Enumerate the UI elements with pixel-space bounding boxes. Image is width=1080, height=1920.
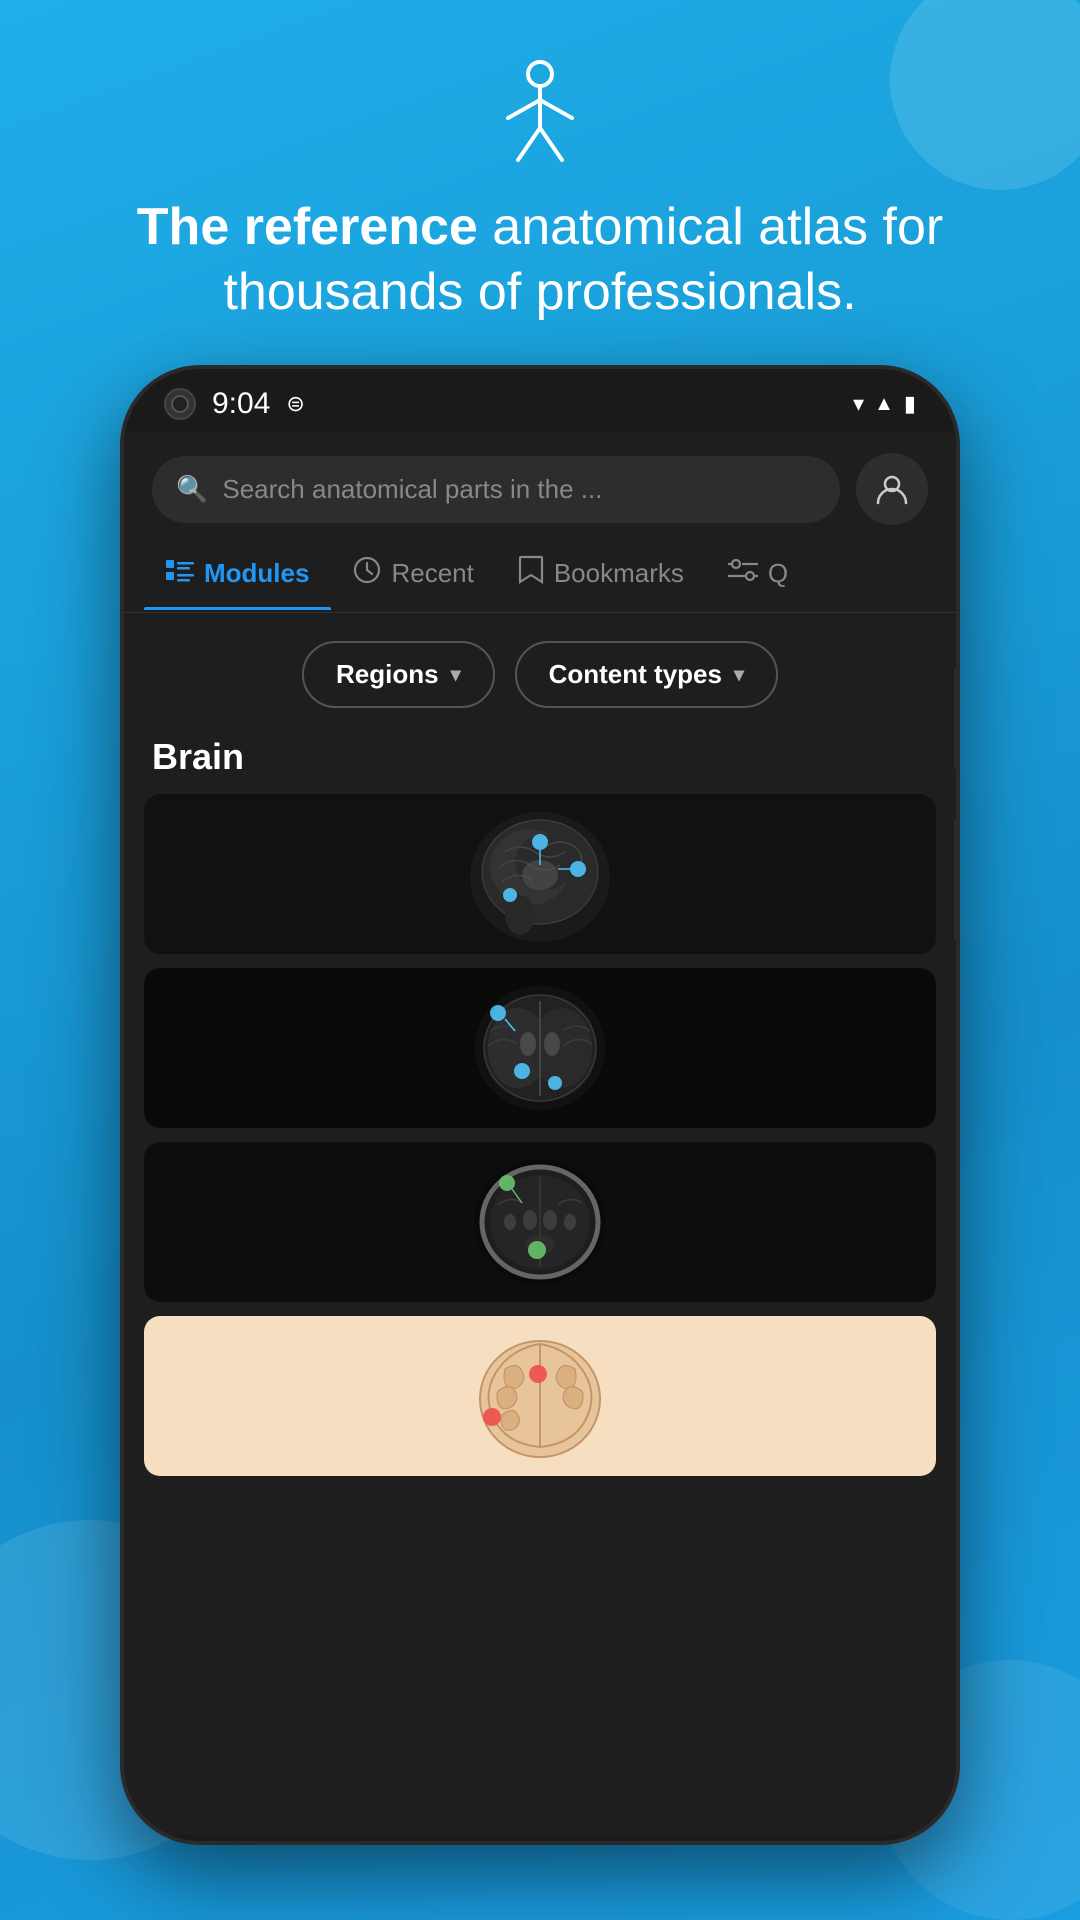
- profile-button[interactable]: [856, 453, 928, 525]
- status-right: ▾ ▲ ▮: [853, 391, 916, 417]
- modules-icon: [166, 558, 194, 589]
- thumbnail-ct-brain: [144, 1142, 936, 1302]
- content-types-filter-button[interactable]: Content types ▾: [515, 641, 778, 708]
- list-item[interactable]: CT brain CT: [144, 1142, 936, 1302]
- tab-modules[interactable]: Modules: [144, 538, 331, 609]
- regions-arrow-icon: ▾: [451, 662, 461, 687]
- regions-label: Regions: [336, 659, 439, 690]
- thumbnail-brain-illustration: [144, 1316, 936, 1476]
- list-item[interactable]: MRI brain MRI: [144, 794, 936, 954]
- tabs-section: Modules Recent: [124, 535, 956, 613]
- status-sim-icon: ⊜: [286, 391, 304, 417]
- list-item[interactable]: MRI axial brain MRI: [144, 968, 936, 1128]
- status-left: 9:04 ⊜: [164, 387, 305, 421]
- search-placeholder: Search anatomical parts in the ...: [222, 474, 602, 505]
- phone-wrapper: 9:04 ⊜ ▾ ▲ ▮ 🔍 Search anatomical parts i…: [0, 365, 1080, 1845]
- header-title: The reference anatomical atlas for thous…: [0, 195, 1080, 325]
- signal-icon: ▲: [874, 393, 894, 416]
- search-icon: 🔍: [176, 474, 208, 505]
- tab-recent-label: Recent: [391, 558, 473, 589]
- regions-filter-button[interactable]: Regions ▾: [302, 641, 495, 708]
- side-button-1: [954, 669, 960, 769]
- thumbnail-mri-brain: [144, 794, 936, 954]
- tab-recent[interactable]: Recent: [331, 536, 495, 611]
- filter-icon: [728, 556, 758, 591]
- wifi-icon: ▾: [853, 391, 864, 417]
- tab-bookmarks-label: Bookmarks: [554, 558, 684, 589]
- tab-search-filter[interactable]: Q: [706, 536, 810, 611]
- tab-modules-label: Modules: [204, 558, 309, 589]
- recent-icon: [353, 556, 381, 591]
- status-time: 9:04: [212, 387, 270, 421]
- person-icon: [490, 60, 590, 175]
- battery-icon: ▮: [904, 391, 916, 417]
- status-bar: 9:04 ⊜ ▾ ▲ ▮: [124, 369, 956, 433]
- content-types-label: Content types: [549, 659, 722, 690]
- content-types-arrow-icon: ▾: [734, 662, 744, 687]
- phone-content: 🔍 Search anatomical parts in the ...: [124, 433, 956, 1835]
- section-title: Brain: [124, 736, 956, 794]
- phone-frame: 9:04 ⊜ ▾ ▲ ▮ 🔍 Search anatomical parts i…: [120, 365, 960, 1845]
- status-camera: [164, 388, 196, 420]
- tab-q-label: Q: [768, 558, 788, 589]
- content-list: MRI brain MRI: [124, 794, 956, 1476]
- thumbnail-mri-axial-brain: [144, 968, 936, 1128]
- search-bar[interactable]: 🔍 Search anatomical parts in the ...: [152, 456, 840, 523]
- header-section: The reference anatomical atlas for thous…: [0, 0, 1080, 325]
- bookmark-icon: [518, 555, 544, 592]
- list-item[interactable]: Brain Illustrations: [144, 1316, 936, 1476]
- search-section: 🔍 Search anatomical parts in the ...: [124, 433, 956, 525]
- side-button-2: [954, 819, 960, 939]
- tab-bookmarks[interactable]: Bookmarks: [496, 535, 706, 612]
- filter-section: Regions ▾ Content types ▾: [124, 613, 956, 736]
